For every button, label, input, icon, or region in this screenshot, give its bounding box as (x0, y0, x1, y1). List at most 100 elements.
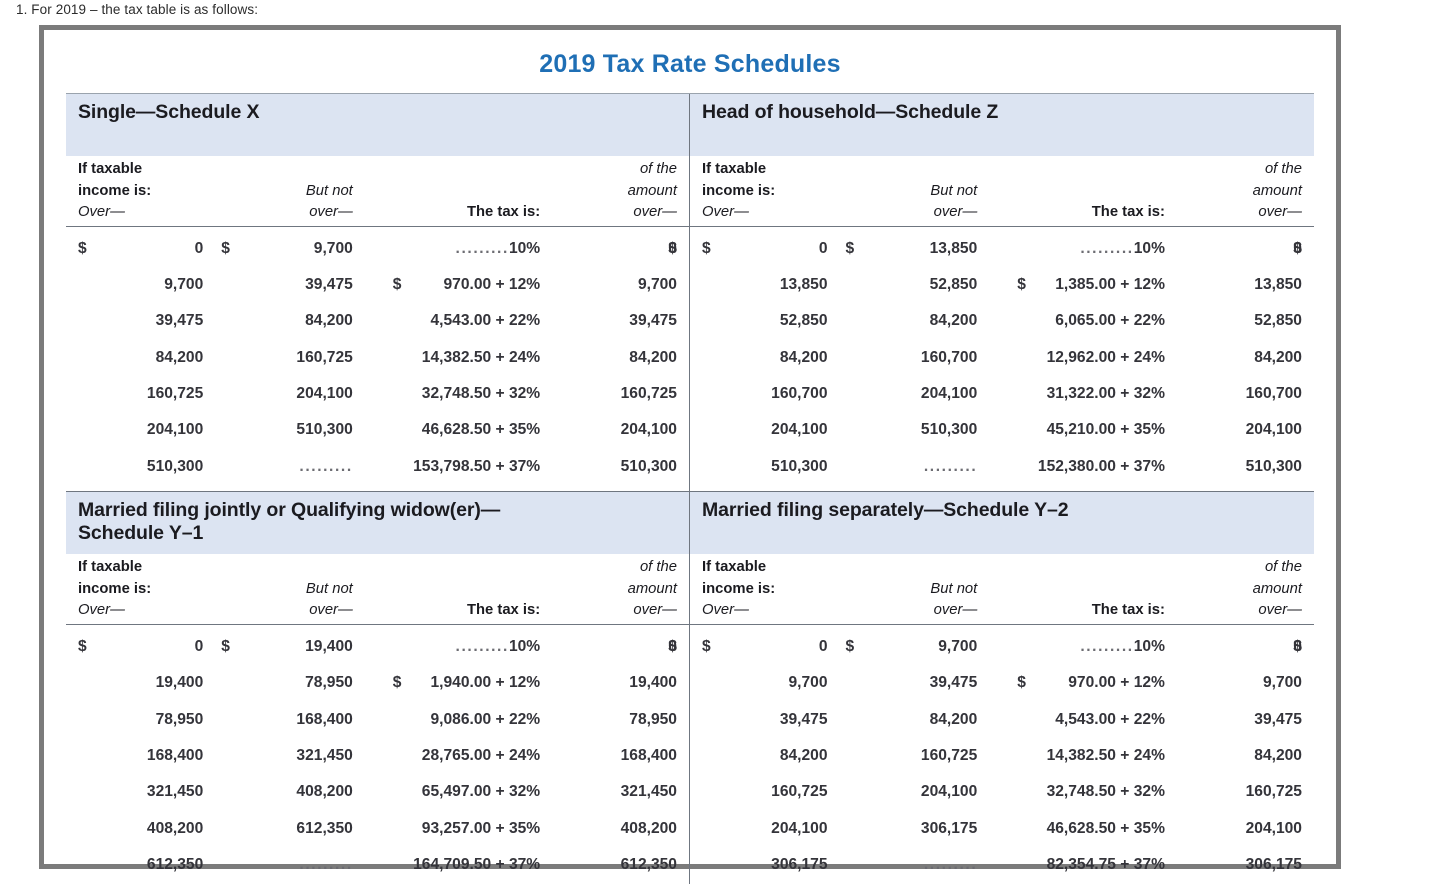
schedule-cell-married-separately: Married filing separately—Schedule Y–2 If… (690, 492, 1314, 884)
cell-the-tax-is-value: .........10% (455, 637, 541, 655)
table-row: 168,400 321,450 28,765.00 + 24% 168,400 (66, 738, 689, 774)
cell-but-not-over-value: ......... (924, 856, 977, 873)
cell-of-amount-over: 52,850 (1183, 303, 1314, 339)
cell-income-over-value: 160,725 (771, 783, 828, 801)
cell-income-over-value: 84,200 (779, 348, 828, 366)
cell-the-tax-is: 65,497.00 + 32% (359, 774, 558, 810)
column-header-row: income is: But not amount (690, 181, 1314, 203)
cell-income-over: 39,475 (66, 303, 209, 339)
cell-of-amount-over-value: 9,700 (637, 276, 677, 294)
cell-the-tax-is: 32,748.50 + 32% (359, 376, 558, 412)
table-row: 612,350......... 164,709.50 + 37% 612,350 (66, 847, 689, 883)
cell-income-over: 39,475 (690, 702, 834, 738)
cell-the-tax-is: 28,765.00 + 24% (359, 738, 558, 774)
cell-but-not-over: 612,350 (209, 811, 359, 847)
table-row: $0 $9,700 .........10% $0 (66, 231, 689, 267)
cell-income-over-value: 9,700 (164, 276, 204, 294)
cell-but-not-over-value: 52,850 (929, 276, 978, 294)
dollar-sign: $ (702, 239, 711, 257)
table-row: 204,100 510,300 46,628.50 + 35% 204,100 (66, 412, 689, 448)
cell-but-not-over: 84,200 (834, 303, 984, 339)
cell-but-not-over-value: 204,100 (920, 385, 978, 403)
cell-the-tax-is: 9,086.00 + 22% (359, 702, 558, 738)
cell-but-not-over-value: 160,725 (920, 746, 978, 764)
cell-of-amount-over-value: 78,950 (629, 710, 677, 728)
cell-income-over-value: 84,200 (155, 348, 204, 366)
header-income-is: income is: (702, 182, 776, 199)
leader-dots: ......... (1080, 637, 1134, 655)
column-header-row: Over— over— The tax is: over— (690, 202, 1314, 224)
cell-income-over-value: 0 (194, 239, 204, 257)
header-the-tax-is: The tax is: (466, 602, 541, 619)
header-but-not: But not (930, 580, 978, 597)
header-if-taxable: If taxable (78, 161, 143, 177)
cell-the-tax-is: 45,210.00 + 35% (983, 412, 1183, 448)
cell-of-amount-over-value: 160,725 (620, 385, 677, 403)
header-the-tax-is: The tax is: (466, 204, 541, 221)
cell-but-not-over: 39,475 (834, 665, 984, 701)
header-of-the: of the (639, 161, 677, 177)
cell-but-not-over: 321,450 (209, 738, 359, 774)
cell-but-not-over: 84,200 (834, 702, 984, 738)
cell-of-amount-over-value: 510,300 (620, 457, 677, 475)
cell-income-over-value: 39,475 (155, 312, 204, 330)
cell-but-not-over-value: 510,300 (296, 421, 353, 439)
header-over-3: over— (1258, 204, 1302, 221)
cell-of-amount-over-value: 204,100 (620, 421, 677, 439)
column-header-row: Over— over— The tax is: over— (66, 202, 689, 224)
table-row: $0 $13,850 .........10% $0 (690, 231, 1314, 267)
schedule-heading-line: Schedule Y–1 (78, 522, 204, 545)
header-over-2: over— (933, 602, 978, 619)
cell-the-tax-is-value: 82,354.75 + 37% (1046, 855, 1165, 873)
cell-of-amount-over-value: 408,200 (620, 819, 677, 837)
cell-income-over: $0 (690, 231, 834, 267)
cell-the-tax-is: 164,709.50 + 37% (359, 847, 558, 883)
cell-the-tax-is-value: 14,382.50 + 24% (1046, 746, 1165, 764)
cell-of-amount-over-value: 168,400 (620, 746, 677, 764)
header-over-2: over— (933, 204, 978, 221)
cell-income-over: 321,450 (66, 774, 209, 810)
cell-but-not-over: $9,700 (209, 231, 359, 267)
dollar-sign: $ (1293, 239, 1302, 257)
column-header-row: Over— over— The tax is: over— (690, 600, 1314, 622)
cell-income-over: 204,100 (690, 811, 834, 847)
header-income-is: income is: (78, 182, 152, 199)
cell-but-not-over: 160,725 (209, 340, 359, 376)
cell-the-tax-is: 4,543.00 + 22% (983, 702, 1183, 738)
cell-income-over: 510,300 (66, 449, 209, 485)
table-row: 39,475 84,200 4,543.00 + 22% 39,475 (66, 303, 689, 339)
schedule-heading-head-of-household: Head of household—Schedule Z (690, 94, 1314, 156)
cell-but-not-over: 204,100 (834, 774, 984, 810)
cell-but-not-over-value: 160,700 (920, 348, 978, 366)
cell-of-amount-over-value: 612,350 (620, 855, 677, 873)
cell-income-over: 9,700 (690, 665, 834, 701)
cell-the-tax-is: .........10% (983, 629, 1183, 665)
cell-of-amount-over: 306,175 (1183, 847, 1314, 883)
cell-the-tax-is: 12,962.00 + 24% (983, 340, 1183, 376)
cell-but-not-over: 408,200 (209, 774, 359, 810)
header-income-is: income is: (78, 580, 152, 597)
cell-income-over-value: 168,400 (146, 746, 204, 764)
cell-of-amount-over-value: 39,475 (1254, 710, 1302, 728)
dollar-sign: $ (78, 637, 87, 655)
cell-but-not-over: 39,475 (209, 267, 359, 303)
header-but-not: But not (930, 182, 978, 199)
cell-income-over-value: 160,700 (771, 385, 828, 403)
header-the-tax-is: The tax is: (1091, 602, 1165, 619)
schedule-heading-line: Single—Schedule X (78, 101, 260, 123)
cell-of-amount-over: 9,700 (558, 267, 689, 303)
cell-the-tax-is-value: 1,385.00 + 12% (1055, 276, 1165, 294)
cell-income-over-value: 160,725 (146, 385, 204, 403)
cell-the-tax-is-value: 164,709.50 + 37% (413, 855, 541, 873)
cell-of-amount-over: 321,450 (558, 774, 689, 810)
cell-the-tax-is-value: 9,086.00 + 22% (430, 710, 541, 728)
cell-the-tax-is: $1,385.00 + 12% (983, 267, 1183, 303)
schedule-cell-single: Single—Schedule X If taxable of the income … (66, 94, 690, 492)
cell-income-over-value: 204,100 (771, 421, 828, 439)
cell-but-not-over-value: 39,475 (305, 276, 353, 294)
table-row: 510,300......... 152,380.00 + 37% 510,300 (690, 449, 1314, 485)
cell-the-tax-is-value: 970.00 + 12% (1068, 674, 1165, 692)
cell-the-tax-is-value: 152,380.00 + 37% (1037, 457, 1165, 475)
header-income-is: income is: (702, 580, 776, 597)
cell-but-not-over-value: 160,725 (296, 348, 353, 366)
